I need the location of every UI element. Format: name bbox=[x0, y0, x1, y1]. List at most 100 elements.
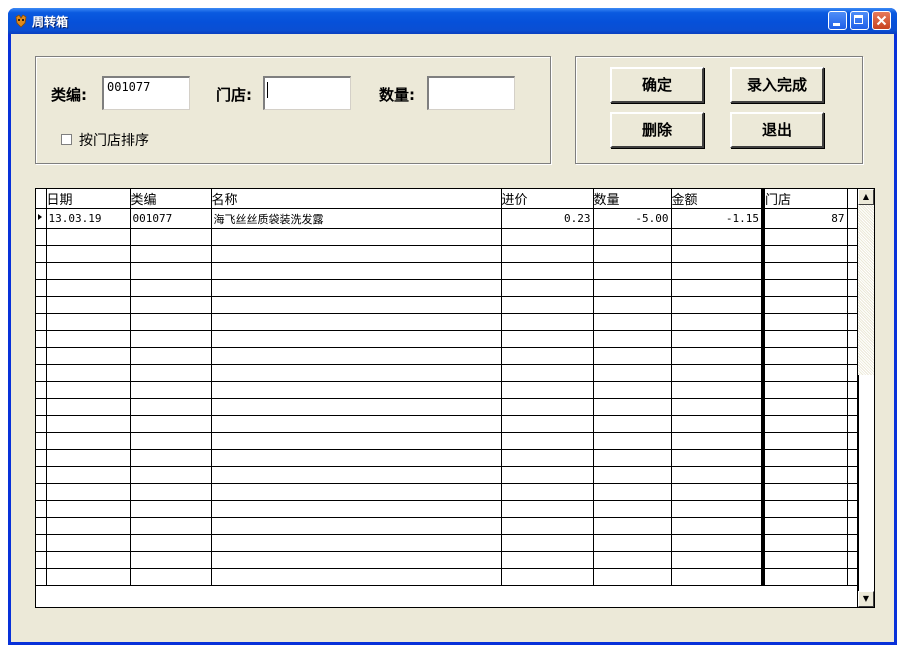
empty-cell[interactable] bbox=[671, 364, 765, 382]
table-row-empty[interactable] bbox=[36, 398, 859, 416]
empty-cell[interactable] bbox=[211, 517, 502, 535]
empty-cell[interactable] bbox=[763, 517, 848, 535]
empty-cell[interactable] bbox=[46, 381, 131, 399]
table-row-empty[interactable] bbox=[36, 364, 859, 382]
empty-cell[interactable] bbox=[593, 568, 672, 586]
cell-category[interactable]: 001077 bbox=[130, 208, 212, 229]
empty-cell[interactable] bbox=[763, 500, 848, 518]
column-header-store[interactable]: 门店 bbox=[763, 189, 848, 209]
empty-cell[interactable] bbox=[501, 245, 594, 263]
empty-cell[interactable] bbox=[763, 568, 848, 586]
empty-cell[interactable] bbox=[130, 432, 212, 450]
empty-cell[interactable] bbox=[671, 245, 765, 263]
column-header-category[interactable]: 类编 bbox=[130, 189, 212, 209]
empty-cell[interactable] bbox=[763, 313, 848, 331]
empty-cell[interactable] bbox=[763, 381, 848, 399]
empty-cell[interactable] bbox=[593, 381, 672, 399]
table-row-empty[interactable] bbox=[36, 500, 859, 518]
empty-cell[interactable] bbox=[593, 415, 672, 433]
empty-cell[interactable] bbox=[46, 347, 131, 365]
empty-cell[interactable] bbox=[211, 551, 502, 569]
table-row-empty[interactable] bbox=[36, 432, 859, 450]
empty-cell[interactable] bbox=[130, 245, 212, 263]
empty-cell[interactable] bbox=[130, 534, 212, 552]
empty-cell[interactable] bbox=[763, 398, 848, 416]
empty-cell[interactable] bbox=[501, 296, 594, 314]
empty-cell[interactable] bbox=[501, 313, 594, 331]
empty-cell[interactable] bbox=[501, 398, 594, 416]
empty-cell[interactable] bbox=[211, 279, 502, 297]
empty-cell[interactable] bbox=[501, 449, 594, 467]
column-header-quantity[interactable]: 数量 bbox=[593, 189, 672, 209]
empty-cell[interactable] bbox=[763, 483, 848, 501]
empty-cell[interactable] bbox=[501, 381, 594, 399]
sort-by-store-checkbox[interactable] bbox=[61, 134, 72, 145]
empty-cell[interactable] bbox=[671, 398, 765, 416]
empty-cell[interactable] bbox=[130, 347, 212, 365]
empty-cell[interactable] bbox=[46, 296, 131, 314]
empty-cell[interactable] bbox=[763, 364, 848, 382]
empty-cell[interactable] bbox=[211, 398, 502, 416]
column-header-price[interactable]: 进价 bbox=[501, 189, 594, 209]
empty-cell[interactable] bbox=[763, 262, 848, 280]
empty-cell[interactable] bbox=[211, 381, 502, 399]
table-row-empty[interactable] bbox=[36, 517, 859, 535]
empty-cell[interactable] bbox=[211, 483, 502, 501]
empty-cell[interactable] bbox=[671, 483, 765, 501]
empty-cell[interactable] bbox=[501, 500, 594, 518]
column-header-date[interactable]: 日期 bbox=[46, 189, 131, 209]
maximize-button[interactable] bbox=[850, 11, 869, 30]
empty-cell[interactable] bbox=[46, 415, 131, 433]
empty-cell[interactable] bbox=[671, 500, 765, 518]
empty-cell[interactable] bbox=[593, 398, 672, 416]
empty-cell[interactable] bbox=[211, 262, 502, 280]
cell-name[interactable]: 海飞丝丝质袋装洗发露 bbox=[211, 208, 502, 229]
empty-cell[interactable] bbox=[46, 568, 131, 586]
empty-cell[interactable] bbox=[501, 415, 594, 433]
table-row-empty[interactable] bbox=[36, 347, 859, 365]
empty-cell[interactable] bbox=[501, 534, 594, 552]
empty-cell[interactable] bbox=[671, 381, 765, 399]
empty-cell[interactable] bbox=[46, 466, 131, 484]
empty-cell[interactable] bbox=[46, 398, 131, 416]
empty-cell[interactable] bbox=[501, 517, 594, 535]
empty-cell[interactable] bbox=[46, 364, 131, 382]
empty-cell[interactable] bbox=[763, 534, 848, 552]
empty-cell[interactable] bbox=[211, 500, 502, 518]
scroll-thumb[interactable] bbox=[858, 375, 874, 591]
cell-store[interactable]: 87 bbox=[763, 208, 848, 229]
empty-cell[interactable] bbox=[671, 449, 765, 467]
empty-cell[interactable] bbox=[763, 245, 848, 263]
empty-cell[interactable] bbox=[211, 432, 502, 450]
empty-cell[interactable] bbox=[130, 364, 212, 382]
cell-date[interactable]: 13.03.19 bbox=[46, 208, 131, 229]
empty-cell[interactable] bbox=[671, 534, 765, 552]
delete-button[interactable]: 删除 bbox=[610, 112, 704, 148]
empty-cell[interactable] bbox=[46, 500, 131, 518]
empty-cell[interactable] bbox=[46, 534, 131, 552]
empty-cell[interactable] bbox=[501, 347, 594, 365]
empty-cell[interactable] bbox=[593, 313, 672, 331]
empty-cell[interactable] bbox=[130, 228, 212, 246]
data-grid[interactable]: 日期 类编 名称 进价 数量 金额 门店 13.03.19 001077 海飞丝… bbox=[35, 188, 875, 608]
cell-amount[interactable]: -1.15 bbox=[671, 208, 765, 229]
empty-cell[interactable] bbox=[763, 330, 848, 348]
empty-cell[interactable] bbox=[130, 398, 212, 416]
empty-cell[interactable] bbox=[211, 330, 502, 348]
empty-cell[interactable] bbox=[593, 534, 672, 552]
close-button[interactable] bbox=[872, 11, 891, 30]
table-row-empty[interactable] bbox=[36, 330, 859, 348]
empty-cell[interactable] bbox=[593, 483, 672, 501]
exit-button[interactable]: 退出 bbox=[730, 112, 824, 148]
empty-cell[interactable] bbox=[211, 449, 502, 467]
empty-cell[interactable] bbox=[763, 296, 848, 314]
empty-cell[interactable] bbox=[130, 330, 212, 348]
empty-cell[interactable] bbox=[501, 466, 594, 484]
store-input[interactable] bbox=[263, 76, 351, 110]
empty-cell[interactable] bbox=[46, 245, 131, 263]
empty-cell[interactable] bbox=[130, 279, 212, 297]
empty-cell[interactable] bbox=[593, 279, 672, 297]
empty-cell[interactable] bbox=[46, 279, 131, 297]
empty-cell[interactable] bbox=[593, 228, 672, 246]
empty-cell[interactable] bbox=[501, 483, 594, 501]
